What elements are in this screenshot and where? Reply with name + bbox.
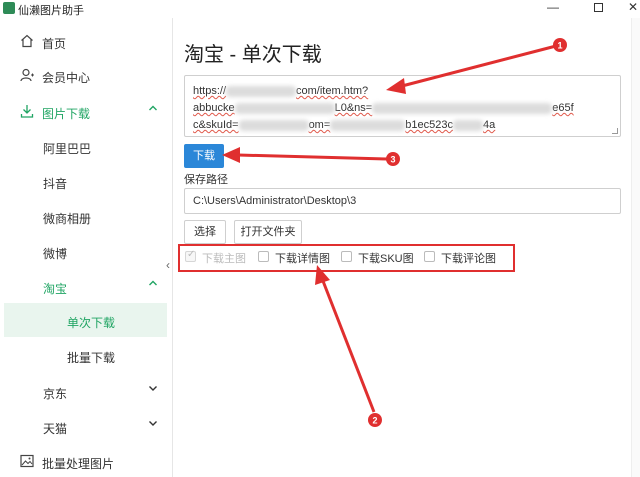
- arrow-2: [315, 265, 376, 413]
- save-path-input[interactable]: C:\Users\Administrator\Desktop\3: [184, 188, 621, 214]
- app-window: 仙濑图片助手 — ✕ 首页 会员中心 图片下载 阿里巴巴 抖音 微商相册 微博: [0, 0, 640, 477]
- badge-1: 1: [553, 38, 567, 52]
- sidebar-item-jd[interactable]: 京东: [0, 374, 172, 408]
- minimize-button[interactable]: —: [538, 0, 568, 14]
- chevron-down-icon: [149, 386, 157, 391]
- checkbox[interactable]: [341, 251, 352, 262]
- resize-grip-icon[interactable]: [612, 128, 618, 134]
- select-folder-button[interactable]: 选择: [184, 220, 226, 244]
- collapse-sidebar-button[interactable]: ‹: [166, 258, 176, 272]
- download-icon: [20, 105, 34, 118]
- open-folder-button[interactable]: 打开文件夹: [234, 220, 302, 244]
- app-title: 仙濑图片助手: [18, 5, 84, 17]
- sidebar: 首页 会员中心 图片下载 阿里巴巴 抖音 微商相册 微博 淘宝 单次下载 批量下…: [0, 20, 172, 477]
- url-line: abbucke L0&ns= e65f: [193, 102, 574, 114]
- badge-2: 2: [368, 413, 382, 427]
- checkbox[interactable]: [424, 251, 435, 262]
- sidebar-item-label: 天猫: [43, 422, 68, 436]
- title-bar: 仙濑图片助手 — ✕: [0, 0, 640, 17]
- sidebar-item-batch-download[interactable]: 批量下载: [0, 338, 172, 372]
- svg-text:1: 1: [557, 41, 562, 51]
- sidebar-item-member[interactable]: 会员中心: [0, 58, 172, 92]
- svg-text:3: 3: [390, 155, 395, 165]
- sidebar-item-label: 抖音: [43, 177, 68, 191]
- sidebar-item-label: 首页: [42, 37, 67, 51]
- scrollbar[interactable]: [631, 18, 640, 477]
- url-line: c&skuId= om= b1ec523c 4a: [193, 119, 496, 131]
- sidebar-item-label: 淘宝: [43, 282, 68, 296]
- maximize-icon: [593, 3, 603, 13]
- user-icon: [20, 68, 34, 82]
- sidebar-item-batch-process[interactable]: 批量处理图片: [0, 444, 172, 477]
- sidebar-divider: [172, 18, 173, 477]
- image-icon: [20, 454, 34, 468]
- sidebar-item-label: 阿里巴巴: [43, 142, 92, 156]
- svg-text:2: 2: [372, 416, 377, 426]
- url-textarea[interactable]: https://com/item.htm? abbucke L0&ns= e65f …: [184, 75, 621, 137]
- download-button[interactable]: 下载: [184, 144, 224, 168]
- sidebar-item-label: 京东: [43, 387, 68, 401]
- home-icon: [21, 34, 33, 48]
- badge-3: 3: [386, 152, 400, 166]
- close-button[interactable]: ✕: [618, 0, 640, 14]
- sidebar-item-tmall[interactable]: 天猫: [0, 409, 172, 443]
- sidebar-item-alibaba[interactable]: 阿里巴巴: [0, 129, 172, 163]
- maximize-button[interactable]: [583, 0, 613, 14]
- checkbox: [185, 249, 196, 262]
- chevron-up-icon: [149, 105, 157, 111]
- sidebar-item-weibo[interactable]: 微博: [0, 234, 172, 268]
- sidebar-item-weishang[interactable]: 微商相册: [0, 199, 172, 233]
- chevron-down-icon: [149, 421, 157, 426]
- chevron-up-icon: [149, 280, 157, 286]
- sidebar-item-taobao[interactable]: 淘宝: [0, 269, 172, 303]
- checkbox[interactable]: [258, 251, 269, 262]
- sidebar-item-image-download[interactable]: 图片下载: [0, 94, 172, 128]
- arrow-3: [222, 147, 389, 163]
- page-title: 淘宝 - 单次下载: [184, 44, 322, 66]
- sidebar-item-home[interactable]: 首页: [0, 24, 172, 58]
- app-logo-icon: [3, 2, 15, 14]
- save-path-label: 保存路径: [184, 174, 228, 186]
- sidebar-item-label: 会员中心: [42, 71, 91, 85]
- url-line: https://com/item.htm?: [193, 85, 369, 97]
- sidebar-item-douyin[interactable]: 抖音: [0, 164, 172, 198]
- sidebar-item-label: 批量处理图片: [42, 457, 115, 471]
- sidebar-item-label: 图片下载: [42, 107, 91, 121]
- sidebar-item-label: 单次下载: [67, 316, 116, 330]
- sidebar-item-label: 批量下载: [67, 351, 116, 365]
- sidebar-item-label: 微商相册: [43, 212, 92, 226]
- sidebar-item-label: 微博: [43, 247, 68, 261]
- sidebar-item-single-download[interactable]: 单次下载: [4, 303, 167, 337]
